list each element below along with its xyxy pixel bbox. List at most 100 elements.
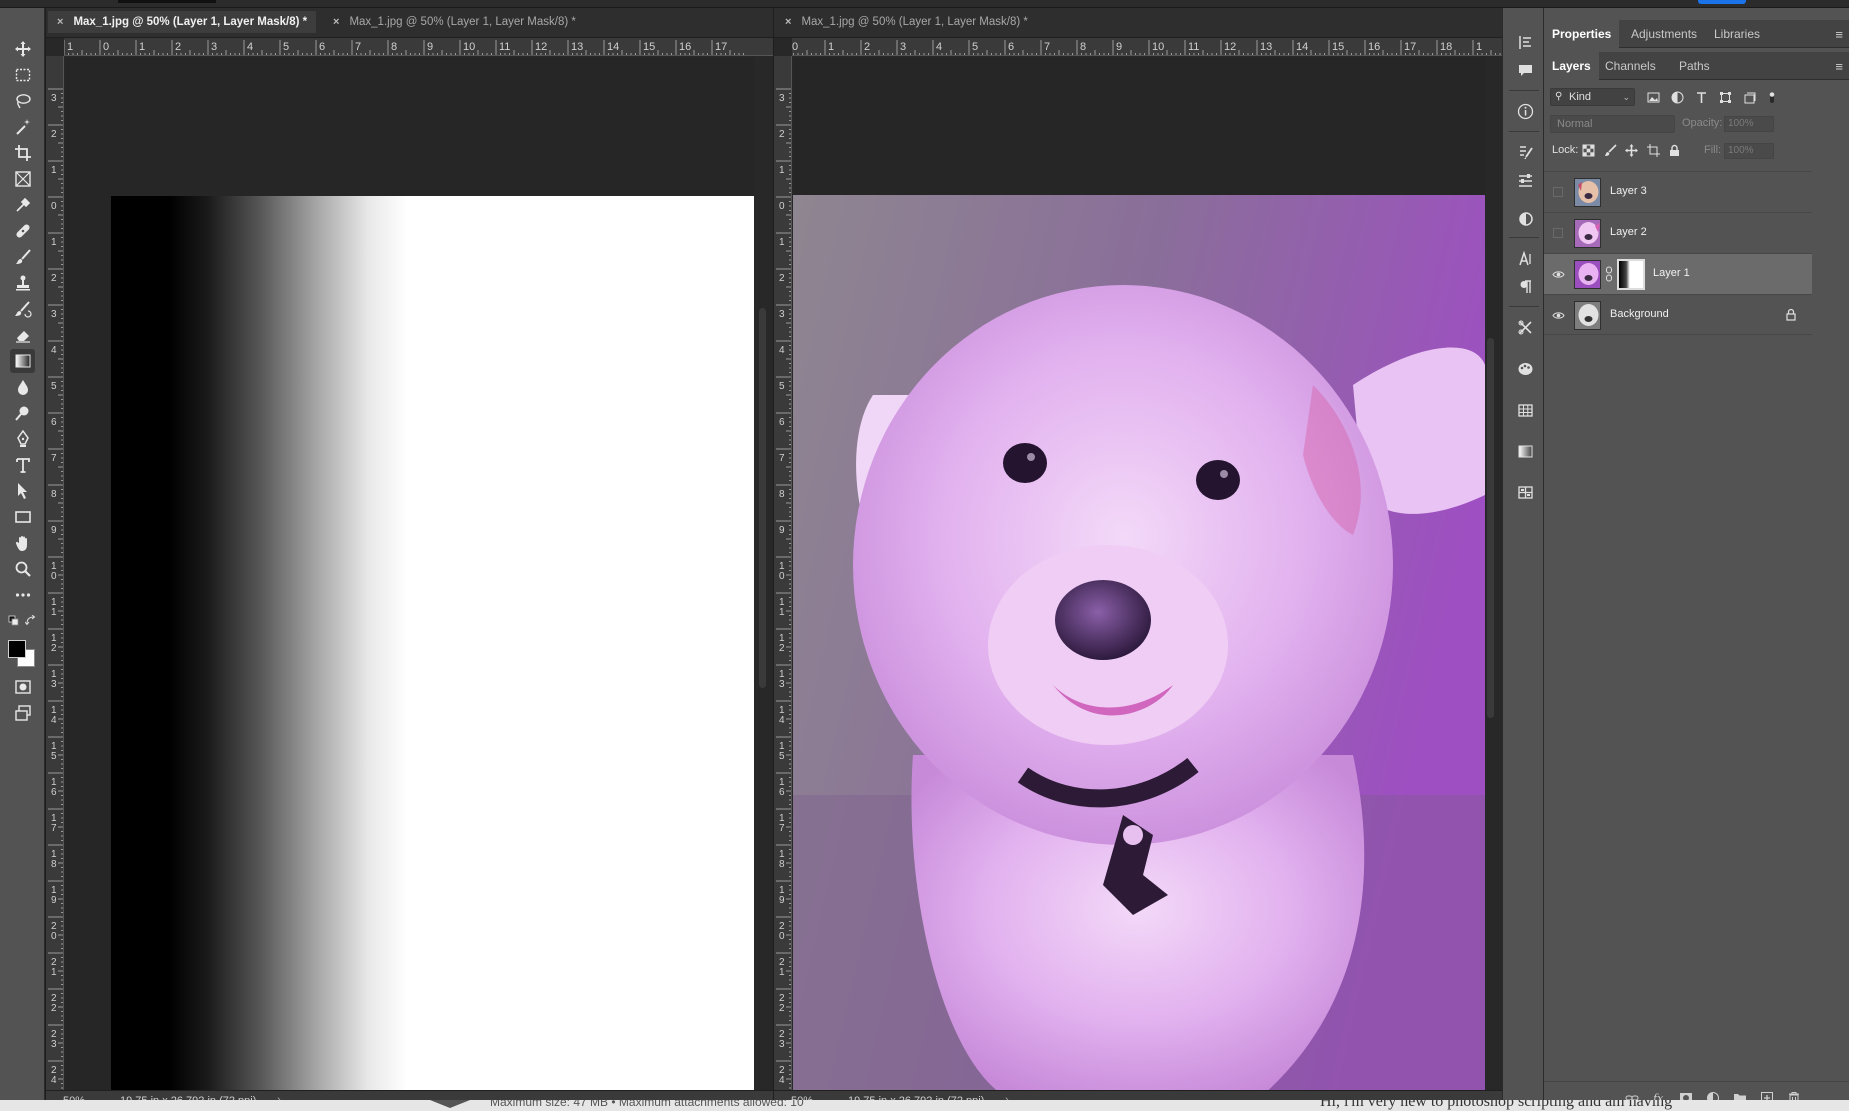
history-brush-tool-icon[interactable] xyxy=(10,297,35,321)
clone-source-icon[interactable] xyxy=(1515,208,1535,228)
gradients-icon[interactable] xyxy=(1515,441,1535,461)
layer-row-layer-1[interactable]: Layer 1 xyxy=(1544,253,1812,294)
default-colors-icon[interactable] xyxy=(8,615,20,627)
brush-tool-icon[interactable] xyxy=(10,245,35,269)
vertical-ruler: 3210123456789101112131415161718192021222… xyxy=(46,56,64,1090)
quick-mask-icon[interactable] xyxy=(10,675,35,699)
ruler-label: 0 xyxy=(51,201,57,212)
filter-adjustment-icon[interactable] xyxy=(1669,89,1685,105)
rectangle-tool-icon[interactable] xyxy=(10,505,35,529)
healing-brush-tool-icon[interactable] xyxy=(10,219,35,243)
lock-label: Lock: xyxy=(1552,144,1579,156)
tab-libraries[interactable]: Libraries xyxy=(1706,20,1768,48)
lock-all-icon[interactable] xyxy=(1668,144,1682,158)
tab-title: Max_1.jpg @ 50% (Layer 1, Layer Mask/8) … xyxy=(349,16,576,28)
ruler-label: 7 xyxy=(779,823,785,834)
close-tab-icon[interactable]: × xyxy=(785,16,791,28)
gradient-tool-icon[interactable] xyxy=(10,349,35,373)
layer-row-background[interactable]: Background xyxy=(1544,294,1812,335)
panel-menu-icon[interactable]: ≡ xyxy=(1835,27,1843,42)
color-icon[interactable] xyxy=(1515,358,1535,378)
magic-wand-tool-icon[interactable] xyxy=(10,115,35,139)
character-icon[interactable] xyxy=(1515,248,1535,268)
pen-tool-icon[interactable] xyxy=(10,427,35,451)
blur-tool-icon[interactable] xyxy=(10,375,35,399)
filter-toggle-icon[interactable] xyxy=(1763,89,1779,105)
close-tab-icon[interactable]: × xyxy=(57,16,63,28)
vertical-scrollbar[interactable] xyxy=(759,308,766,688)
layer-row-layer-3[interactable]: Layer 3 xyxy=(1544,171,1812,212)
ruler-label: 18 xyxy=(1440,41,1452,53)
eye-icon[interactable] xyxy=(1550,307,1566,323)
fill-input[interactable]: 100% xyxy=(1724,143,1774,159)
ruler-label: 3 xyxy=(51,1039,57,1050)
brushes-icon[interactable] xyxy=(1515,142,1535,162)
eye-icon[interactable] xyxy=(1550,266,1566,282)
filter-type-icon[interactable] xyxy=(1693,89,1709,105)
ruler-label: 1 xyxy=(51,165,57,176)
layer-row-layer-2[interactable]: Layer 2 xyxy=(1544,212,1812,253)
move-tool-icon[interactable] xyxy=(10,37,35,61)
lasso-tool-icon[interactable] xyxy=(10,89,35,113)
canvas-left[interactable] xyxy=(65,57,754,1090)
marquee-tool-icon[interactable] xyxy=(10,63,35,87)
lock-position-icon[interactable] xyxy=(1625,144,1639,158)
visibility-toggle-empty[interactable] xyxy=(1553,187,1563,197)
crop-tool-icon[interactable] xyxy=(10,141,35,165)
history-icon[interactable] xyxy=(1515,32,1535,52)
ruler-label: 1 xyxy=(51,237,57,248)
blend-mode-select[interactable]: Normal xyxy=(1550,115,1675,133)
frame-tool-icon[interactable] xyxy=(10,167,35,191)
close-tab-icon[interactable]: × xyxy=(333,16,339,28)
swatches-icon[interactable] xyxy=(1515,400,1535,420)
filter-kind-select[interactable]: ⚲ Kind ⌄ xyxy=(1550,88,1635,106)
tab-channels[interactable]: Channels xyxy=(1597,52,1664,80)
dodge-tool-icon[interactable] xyxy=(10,401,35,425)
filter-smart-object-icon[interactable] xyxy=(1741,89,1757,105)
tab-properties[interactable]: Properties xyxy=(1544,20,1620,48)
tab-title: Max_1.jpg @ 50% (Layer 1, Layer Mask/8) … xyxy=(801,16,1028,28)
layer-thumbnail xyxy=(1574,260,1601,289)
hand-tool-icon[interactable] xyxy=(10,531,35,555)
ruler-label: 2 xyxy=(51,129,57,140)
more-tools-icon[interactable] xyxy=(10,583,35,607)
visibility-toggle-empty[interactable] xyxy=(1553,228,1563,238)
patterns-icon[interactable] xyxy=(1515,482,1535,502)
info-icon[interactable] xyxy=(1515,101,1535,121)
path-selection-tool-icon[interactable] xyxy=(10,479,35,503)
lock-icon[interactable] xyxy=(1784,307,1798,323)
comments-icon[interactable] xyxy=(1515,60,1535,80)
paragraph-icon[interactable] xyxy=(1515,276,1535,296)
type-tool-icon[interactable] xyxy=(10,453,35,477)
vertical-scrollbar[interactable] xyxy=(1487,338,1494,718)
opacity-input[interactable]: 100% xyxy=(1724,116,1774,132)
filter-pixel-icon[interactable] xyxy=(1645,89,1661,105)
brush-settings-icon[interactable] xyxy=(1515,170,1535,190)
filter-shape-icon[interactable] xyxy=(1717,89,1733,105)
ruler-label: 1 xyxy=(828,41,834,53)
tab-paths[interactable]: Paths xyxy=(1671,52,1718,80)
eyedropper-tool-icon[interactable] xyxy=(10,193,35,217)
layers-panel-menu-icon[interactable]: ≡ xyxy=(1835,59,1843,74)
lock-artboard-icon[interactable] xyxy=(1647,144,1661,158)
zoom-tool-icon[interactable] xyxy=(10,557,35,581)
mask-link-icon[interactable] xyxy=(1605,265,1613,283)
layer-mask-thumbnail[interactable] xyxy=(1617,259,1645,290)
tab-document-2[interactable]: × Max_1.jpg @ 50% (Layer 1, Layer Mask/8… xyxy=(324,11,585,33)
tool-presets-icon[interactable] xyxy=(1515,317,1535,337)
tab-document-3[interactable]: × Max_1.jpg @ 50% (Layer 1, Layer Mask/8… xyxy=(776,11,1037,33)
foreground-color-swatch[interactable] xyxy=(8,640,26,658)
canvas-right[interactable] xyxy=(793,57,1485,1090)
swap-colors-icon[interactable] xyxy=(24,614,37,627)
ruler-label: 15 xyxy=(1332,41,1344,53)
eraser-tool-icon[interactable] xyxy=(10,323,35,347)
clone-stamp-tool-icon[interactable] xyxy=(10,271,35,295)
tab-adjustments[interactable]: Adjustments xyxy=(1623,20,1705,48)
ruler-label: 10 xyxy=(1152,41,1164,53)
screen-mode-icon[interactable] xyxy=(10,701,35,725)
tab-layers[interactable]: Layers xyxy=(1544,52,1599,80)
lock-image-pixels-icon[interactable] xyxy=(1604,144,1618,158)
lock-transparent-pixels-icon[interactable] xyxy=(1582,144,1596,158)
layer-name: Background xyxy=(1610,308,1669,320)
tab-document-1[interactable]: × Max_1.jpg @ 50% (Layer 1, Layer Mask/8… xyxy=(48,11,317,33)
